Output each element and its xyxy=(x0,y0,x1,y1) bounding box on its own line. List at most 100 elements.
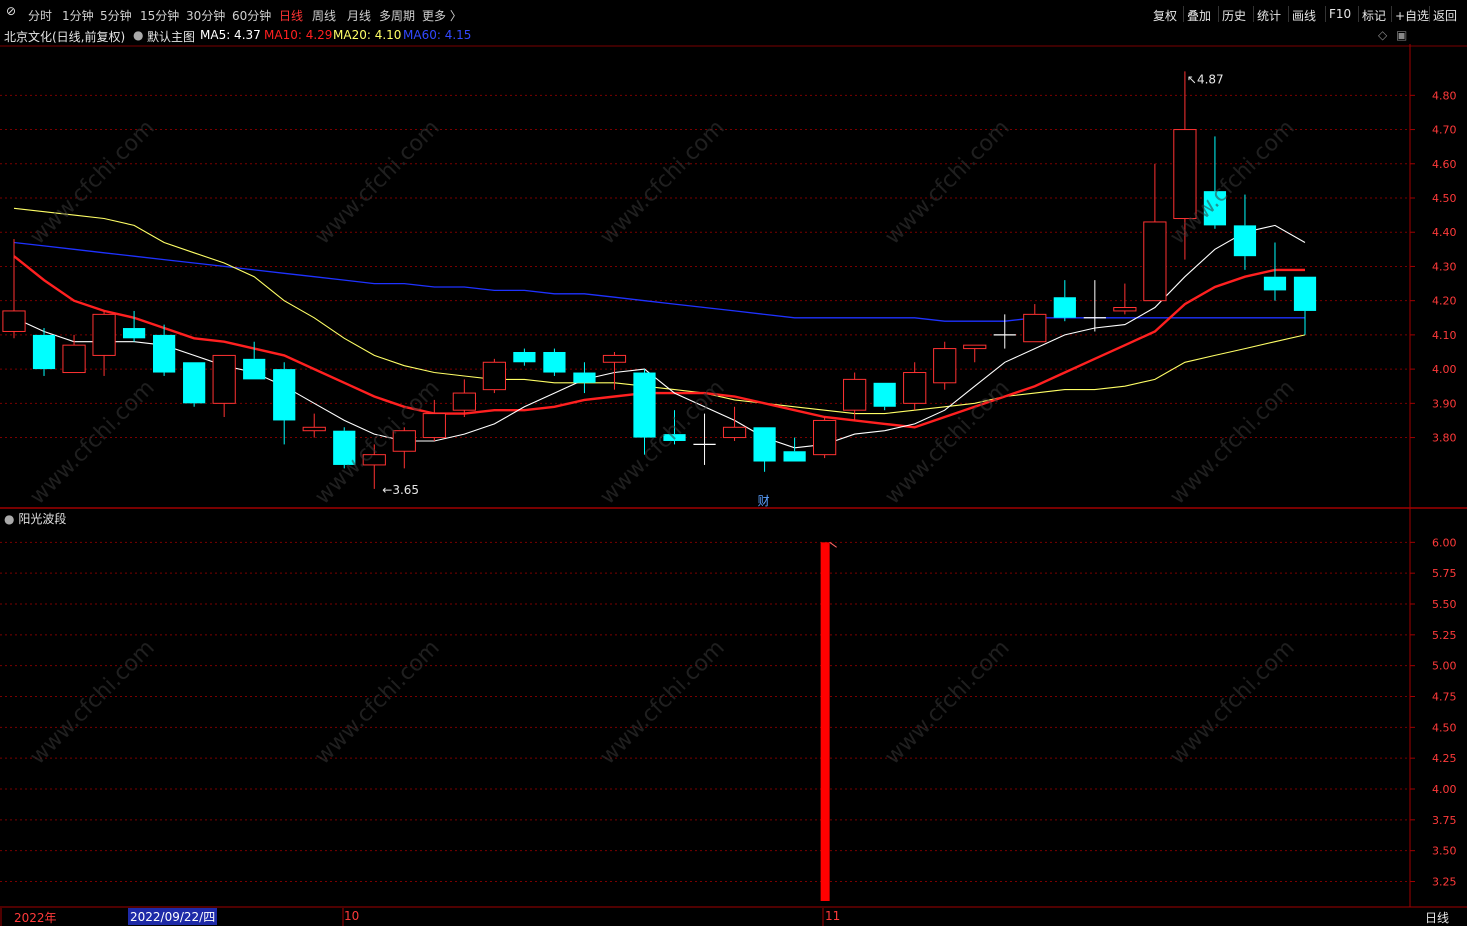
watermark-text: www.cfchi.com xyxy=(880,635,1015,770)
sub-axis-label: 4.75 xyxy=(1432,691,1457,704)
template-dropdown-icon[interactable]: ● xyxy=(133,28,143,42)
candle-body-up xyxy=(482,361,506,391)
toolbar-separator xyxy=(1253,6,1254,22)
candle-body-up xyxy=(602,354,627,363)
period-tab-1[interactable]: 1分钟 xyxy=(62,7,94,24)
sub-axis-label: 4.25 xyxy=(1432,752,1457,765)
main-axis-label: 4.10 xyxy=(1432,329,1457,342)
finance-marker: 财 xyxy=(758,494,770,508)
sub-axis-label: 5.00 xyxy=(1432,660,1457,673)
period-tab-8[interactable]: 月线 xyxy=(347,7,371,24)
candle-body-down xyxy=(1293,276,1317,311)
template-name[interactable]: 默认主图 xyxy=(147,28,195,45)
candle xyxy=(843,372,867,421)
indicator-bars xyxy=(820,541,837,901)
main-price-axis: 4.80 4.70 4.60 4.50 4.40 4.30 4.20 4.10 4.00 3.90… xyxy=(1410,89,1457,445)
kline-chart[interactable]: 4.80 4.70 4.60 4.50 4.40 4.30 4.20 4.10 4.00 3.90… xyxy=(0,0,1467,926)
sub-axis-label: 5.50 xyxy=(1432,598,1457,611)
watermark-text: www.cfchi.com xyxy=(595,635,730,770)
status-period[interactable]: 日线 xyxy=(1425,909,1449,926)
candle-body-up xyxy=(422,413,446,439)
indicator-dropdown-icon[interactable]: ● xyxy=(4,512,14,526)
candle xyxy=(153,324,176,376)
toolbar-separator xyxy=(1358,6,1359,22)
tool-button-8[interactable]: 返回 xyxy=(1433,7,1457,24)
candle xyxy=(783,437,806,462)
watermark-text: www.cfchi.com xyxy=(595,115,730,250)
candle-body-down xyxy=(873,382,896,407)
candle-body-down xyxy=(543,352,566,373)
period-tab-3[interactable]: 15分钟 xyxy=(140,7,179,24)
candle xyxy=(602,352,627,390)
period-tab-9[interactable]: 多周期 xyxy=(379,7,415,24)
tool-button-5[interactable]: F10 xyxy=(1329,7,1351,21)
candle-body-up xyxy=(903,372,927,404)
period-tab-4[interactable]: 30分钟 xyxy=(186,7,225,24)
sub-axis-label: 3.25 xyxy=(1432,876,1457,889)
candle xyxy=(212,354,236,418)
tool-button-3[interactable]: 统计 xyxy=(1257,7,1281,24)
candle-body-up xyxy=(963,344,987,350)
candle xyxy=(903,362,927,411)
candle xyxy=(183,362,206,407)
ma60-line xyxy=(13,241,1305,322)
candle-body-up xyxy=(92,313,116,356)
ma5-value: MA5: 4.37 xyxy=(200,28,261,42)
period-tab-0[interactable]: 分时 xyxy=(28,7,52,24)
tool-button-4[interactable]: 画线 xyxy=(1292,7,1316,24)
low-price-label: ←3.65 xyxy=(382,483,419,497)
candle xyxy=(933,341,957,390)
indicator-bar-marker xyxy=(829,541,837,548)
tool-button-6[interactable]: 标记 xyxy=(1362,7,1386,24)
candle xyxy=(1293,276,1317,335)
main-axis-label: 4.60 xyxy=(1432,158,1457,171)
ma10-line xyxy=(13,255,1305,429)
sub-axis-label: 4.00 xyxy=(1432,783,1457,796)
candle xyxy=(122,310,146,342)
status-oct: 10 xyxy=(344,909,360,923)
sub-axis-label: 3.75 xyxy=(1432,814,1457,827)
candle xyxy=(1023,304,1047,343)
candle-body-up xyxy=(843,378,867,411)
main-axis-label: 3.90 xyxy=(1432,397,1457,410)
candle xyxy=(873,382,896,411)
toolbar-separator xyxy=(1218,6,1219,22)
tool-button-7[interactable]: +自选 xyxy=(1395,7,1429,24)
collapse-icon[interactable]: ⊘ xyxy=(6,4,16,18)
candle-body-up xyxy=(1023,313,1047,343)
candle xyxy=(2,239,26,339)
candle-body-down xyxy=(122,328,146,339)
sub-axis-label: 3.50 xyxy=(1432,845,1457,858)
candle-body-up xyxy=(1113,307,1137,312)
status-nov: 11 xyxy=(825,909,841,923)
main-axis-label: 4.80 xyxy=(1432,89,1457,102)
watermark-text: www.cfchi.com xyxy=(25,115,160,250)
indicator-bar xyxy=(820,542,830,901)
candle-body-down xyxy=(633,372,656,438)
stock-title: 北京文化(日线,前复权) xyxy=(4,30,126,44)
period-tab-10[interactable]: 更多 〉 xyxy=(422,7,462,24)
main-axis-label: 4.70 xyxy=(1432,124,1457,137)
tool-button-0[interactable]: 复权 xyxy=(1153,7,1177,24)
watermark-text: www.cfchi.com xyxy=(880,115,1015,250)
tool-button-2[interactable]: 历史 xyxy=(1222,7,1246,24)
window-icon[interactable]: ▣ xyxy=(1396,28,1407,42)
period-tab-5[interactable]: 60分钟 xyxy=(232,7,271,24)
watermark-text: www.cfchi.com xyxy=(310,635,445,770)
candle xyxy=(993,314,1016,349)
tool-button-1[interactable]: 叠加 xyxy=(1187,7,1211,24)
candle xyxy=(1053,280,1076,322)
diamond-icon[interactable]: ◇ xyxy=(1378,28,1387,42)
toolbar-separator xyxy=(1391,6,1392,22)
period-tab-6[interactable]: 日线 xyxy=(279,7,303,24)
period-tab-2[interactable]: 5分钟 xyxy=(100,7,132,24)
watermark-text: www.cfchi.com xyxy=(595,375,730,510)
candle xyxy=(1083,280,1106,332)
candle xyxy=(273,362,296,445)
indicator-title[interactable]: ● 阳光波段 xyxy=(4,510,66,527)
candle-body-down xyxy=(753,427,776,462)
candle-body-up xyxy=(2,310,26,332)
candle xyxy=(753,427,776,472)
candle-body-up xyxy=(62,344,86,374)
period-tab-7[interactable]: 周线 xyxy=(312,7,336,24)
